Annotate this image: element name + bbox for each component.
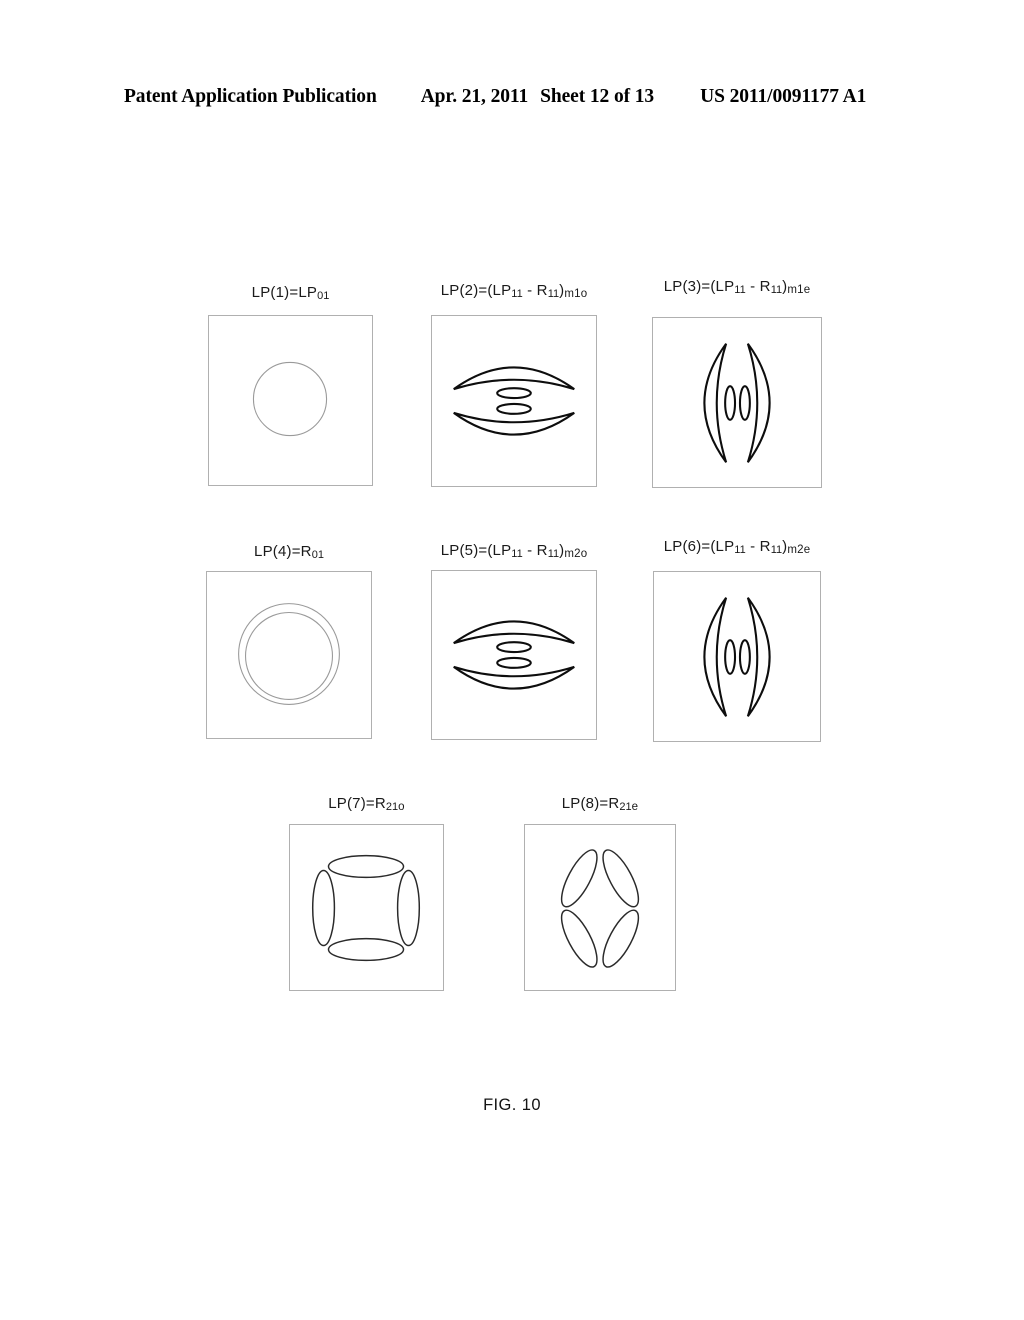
panel-lp3-label-suffix: m1e [787, 284, 811, 296]
panel-lp4-label-sub: 01 [311, 549, 324, 561]
panel-lp4-label-main: LP(4)=R [254, 543, 312, 560]
panel-lp5-box [431, 570, 597, 740]
panel-lp7-label-main: LP(7)=R [328, 795, 386, 812]
panel-lp8-label-suffix: e [631, 801, 639, 813]
panel-lp5-mode-pattern [453, 620, 575, 690]
panel-lp5-label-main: LP(5)=(LP [440, 542, 512, 559]
panel-lp2-label-sub: 11 [511, 288, 523, 300]
panel-lp6-label-close: ) [782, 538, 788, 555]
panel-lp7-box [289, 824, 444, 991]
panel-lp8-label: LP(8)=R21e [561, 795, 639, 813]
panel-lp4-mode-pattern [238, 603, 340, 705]
panel-lp3-label-sub2: 11 [770, 284, 783, 296]
panel-lp5-label-suffix: m2o [564, 548, 588, 560]
panel-lp8: LP(8)=R21e [524, 795, 676, 991]
panel-lp1-label-main: LP(1)=LP [251, 284, 318, 301]
panel-lp7: LP(7)=R21o [289, 795, 444, 991]
panel-lp1-mode-pattern [252, 361, 328, 437]
panel-lp7-mode-pattern [311, 854, 421, 962]
panel-lp6: LP(6)=(LP11 - R11)m2e [653, 538, 821, 742]
panel-lp2-label-suffix: m1o [564, 288, 588, 300]
panel-lp2-label-close: ) [559, 282, 565, 299]
panel-lp1-label: LP(1)=LP01 [251, 284, 330, 302]
panel-lp6-label-suffix: m2e [787, 544, 811, 556]
panel-lp4-label: LP(4)=R01 [254, 543, 324, 561]
panel-lp5-label-sub2: 11 [547, 548, 560, 560]
panel-lp5-label-mid: - R [522, 542, 548, 559]
panel-lp8-mode-pattern [560, 849, 640, 968]
panel-lp8-box [524, 824, 676, 991]
panel-lp6-label-main: LP(6)=(LP [663, 538, 735, 555]
panel-lp3-box [652, 317, 822, 488]
panel-lp4-box [206, 571, 372, 739]
panel-lp2-label-sub2: 11 [547, 288, 560, 300]
panel-lp3-label: LP(3)=(LP11 - R11)m1e [663, 278, 811, 296]
panel-lp5-label-sub: 11 [511, 548, 523, 560]
panel-lp6-label-sub: 11 [734, 544, 746, 556]
panel-lp8-label-sub: 21 [619, 801, 632, 813]
panel-lp6-label-mid: - R [745, 538, 771, 555]
panel-lp8-label-main: LP(8)=R [561, 795, 620, 812]
panel-lp3-label-mid: - R [745, 278, 771, 295]
panel-lp1-box [208, 315, 373, 486]
panel-lp2-box [431, 315, 597, 487]
panel-lp5: LP(5)=(LP11 - R11)m2o [431, 542, 597, 740]
panel-lp2-mode-pattern [453, 366, 575, 436]
panel-lp3-mode-pattern [703, 343, 771, 463]
panel-lp2: LP(2)=(LP11 - R11)m1o [431, 282, 597, 487]
panel-lp7-label: LP(7)=R21o [328, 795, 405, 813]
figure-10: LP(1)=LP01 LP(2)=(LP11 - R11)m1o LP(3)=(… [0, 0, 1024, 1320]
panel-lp7-label-sub: 21 [385, 801, 399, 813]
panel-lp6-mode-pattern [703, 597, 771, 717]
panel-lp7-label-suffix: o [398, 801, 405, 813]
panel-lp2-label-mid: - R [522, 282, 548, 299]
panel-lp6-label: LP(6)=(LP11 - R11)m2e [663, 538, 811, 556]
panel-lp3-label-sub: 11 [734, 284, 746, 296]
panel-lp2-label: LP(2)=(LP11 - R11)m1o [440, 282, 588, 300]
panel-lp3-label-main: LP(3)=(LP [663, 278, 735, 295]
panel-lp4: LP(4)=R01 [206, 543, 372, 739]
panel-lp5-label: LP(5)=(LP11 - R11)m2o [440, 542, 588, 560]
panel-lp3: LP(3)=(LP11 - R11)m1e [652, 278, 822, 488]
panel-lp5-label-close: ) [559, 542, 565, 559]
panel-lp1: LP(1)=LP01 [208, 284, 373, 486]
panel-lp3-label-close: ) [782, 278, 788, 295]
panel-lp6-label-sub2: 11 [770, 544, 783, 556]
panel-lp2-label-main: LP(2)=(LP [440, 282, 512, 299]
panel-lp1-label-sub: 01 [317, 290, 330, 302]
figure-caption: FIG. 10 [483, 1096, 541, 1114]
panel-lp6-box [653, 571, 821, 742]
